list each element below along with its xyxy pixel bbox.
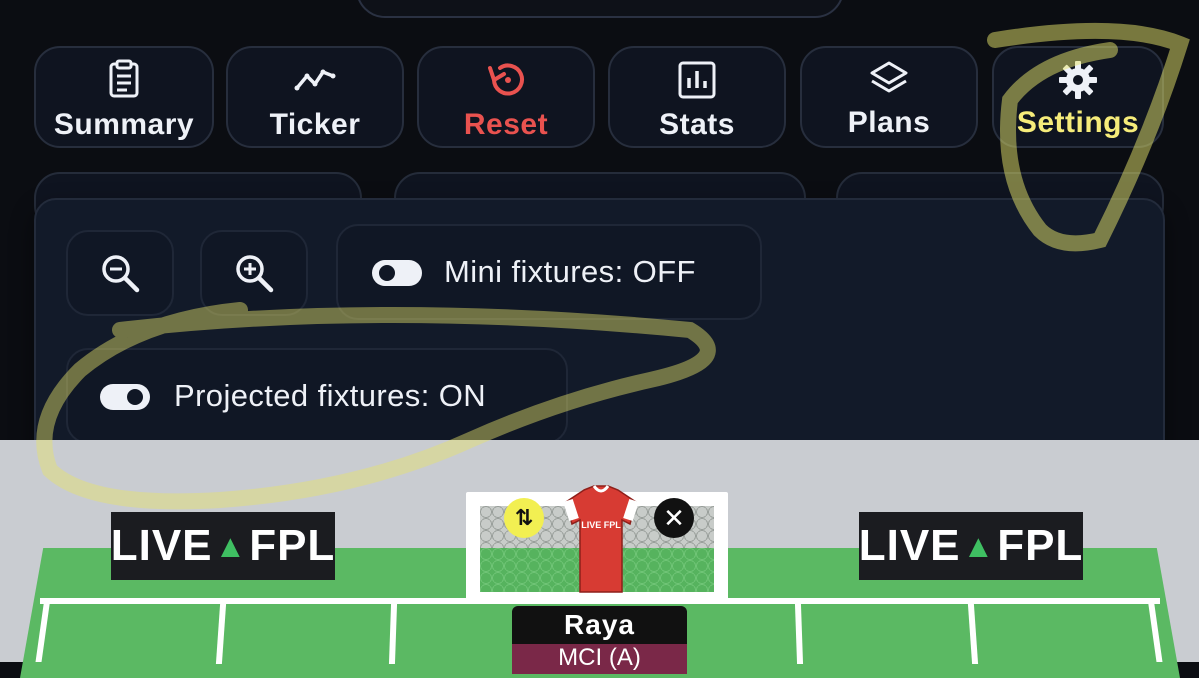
ticker-label: Ticker xyxy=(269,108,361,141)
zoom-in-button[interactable] xyxy=(200,230,308,316)
summary-button[interactable]: Summary xyxy=(34,46,214,148)
mini-fixtures-label: Mini fixtures: OFF xyxy=(444,254,696,289)
zoom-out-button[interactable] xyxy=(66,230,174,316)
projected-fixtures-label: Projected fixtures: ON xyxy=(174,378,487,413)
bar-chart-icon xyxy=(678,61,716,99)
layers-icon xyxy=(870,61,908,93)
sponsor-triangle: ▲ xyxy=(962,527,996,564)
switch-knob xyxy=(127,389,143,405)
ticker-button[interactable]: Ticker xyxy=(226,46,404,148)
reset-history-icon xyxy=(488,63,524,96)
switch-knob xyxy=(379,265,395,281)
plans-label: Plans xyxy=(847,106,931,139)
toolbar: Summary Ticker Reset Stats Plans Setting… xyxy=(0,0,1199,160)
zoom-in-icon xyxy=(236,255,274,293)
zoom-out-icon xyxy=(102,255,140,293)
clipboard-icon xyxy=(109,59,139,98)
plans-button[interactable]: Plans xyxy=(800,46,978,148)
projected-fixtures-switch[interactable] xyxy=(100,384,150,410)
settings-label: Settings xyxy=(1016,106,1140,139)
close-icon: ✕ xyxy=(663,502,685,533)
remove-player-button[interactable]: ✕ xyxy=(654,498,694,538)
projected-fixtures-toggle-button[interactable]: Projected fixtures: ON xyxy=(66,348,568,444)
stats-label: Stats xyxy=(659,108,735,141)
swap-arrows-icon: ⇅ xyxy=(514,505,534,530)
sponsor-text: LIVE xyxy=(858,521,961,570)
reset-button[interactable]: Reset xyxy=(417,46,595,148)
summary-label: Summary xyxy=(53,108,195,141)
goalkeeper-shirt-icon[interactable]: LIVE FPL xyxy=(562,484,640,600)
sponsor-text: LIVE xyxy=(110,521,213,570)
sponsor-text: FPL xyxy=(997,521,1084,570)
settings-button[interactable]: Settings xyxy=(992,46,1164,148)
reset-label: Reset xyxy=(463,108,549,141)
swap-player-button[interactable]: ⇅ xyxy=(504,498,544,538)
stats-button[interactable]: Stats xyxy=(608,46,786,148)
sponsor-board-right: LIVE ▲ FPL xyxy=(859,512,1083,580)
gear-icon xyxy=(1059,61,1097,99)
settings-panel: Mini fixtures: OFF Projected fixtures: O… xyxy=(34,198,1165,468)
mini-fixtures-switch[interactable] xyxy=(372,260,422,286)
kit-sponsor-text: LIVE FPL xyxy=(581,520,621,530)
trend-line-icon xyxy=(294,69,336,91)
sponsor-triangle: ▲ xyxy=(214,527,248,564)
player-name: Raya xyxy=(512,606,687,644)
sponsor-text: FPL xyxy=(249,521,336,570)
player-fixture: MCI (A) xyxy=(512,644,687,674)
mini-fixtures-toggle-button[interactable]: Mini fixtures: OFF xyxy=(336,224,762,320)
sponsor-board-left: LIVE ▲ FPL xyxy=(111,512,335,580)
